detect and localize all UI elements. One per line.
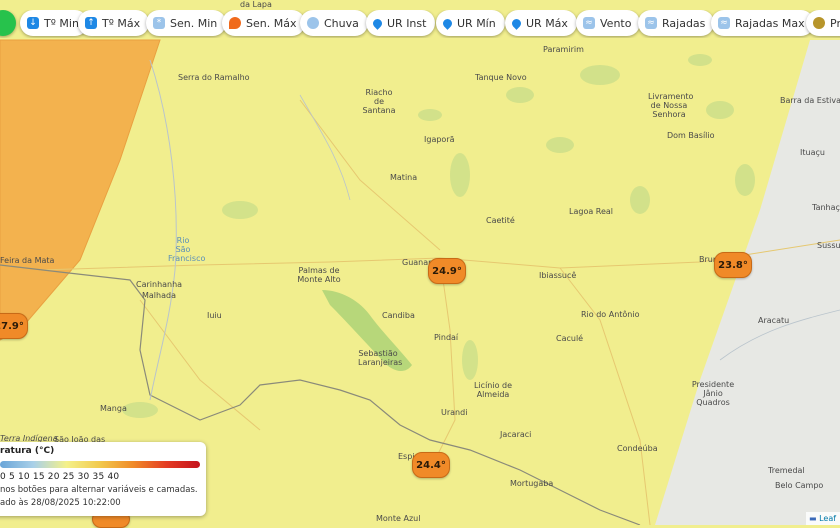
legend-title: ratura (°C) (0, 446, 55, 456)
fire-icon (229, 17, 241, 29)
place-label: Rio do Antônio (581, 310, 640, 319)
ur-min-button[interactable]: UR Mín (436, 10, 505, 36)
wind-icon: ≈ (718, 17, 730, 29)
wind-icon: ≈ (583, 17, 595, 29)
place-label: Condeúba (617, 444, 658, 453)
variable-toolbar: ↓ Tº Min ↑ Tº Máx * Sen. Min Sen. Máx Chuva… (0, 10, 840, 38)
flag-icon: ▬ (809, 514, 817, 523)
place-label: Jacaraci (500, 430, 532, 439)
place-label: Feira da Mata (0, 256, 55, 265)
place-label: Manga (100, 404, 127, 413)
place-label: Iuiu (207, 311, 222, 320)
legend-hint: nos botões para alternar variáveis e cam… (0, 485, 198, 495)
place-label: da Lapa (240, 0, 272, 9)
gusts-max-button[interactable]: ≈ Rajadas Max (711, 10, 814, 36)
droplet-icon (371, 16, 384, 30)
place-label: Monte Azul (376, 514, 421, 523)
pressure-button[interactable]: Pre (806, 10, 840, 36)
station-marker[interactable]: 27.9° (0, 313, 28, 339)
station-marker[interactable]: 24.9° (428, 258, 466, 284)
place-label: Palmas de Monte Alto (297, 266, 341, 284)
legend-ticks: 0 5 10 15 20 25 30 35 40 (0, 472, 120, 482)
place-label: Presidente Jânio Quadros (691, 380, 735, 407)
ur-max-button[interactable]: UR Máx (505, 10, 577, 36)
snowflake-icon: * (153, 17, 165, 29)
place-label: Sussuarana (817, 241, 840, 250)
river-label: Rio São Francisco (168, 236, 206, 263)
place-label: Barra da Estiva (780, 96, 840, 105)
place-label: Urandi (441, 408, 468, 417)
place-label: Riacho de Santana (362, 88, 396, 115)
wind-button[interactable]: ≈ Vento (576, 10, 641, 36)
arrow-down-icon: ↓ (27, 17, 39, 29)
place-label: Sebastião Laranjeiras (358, 349, 403, 367)
place-label: Caetité (486, 216, 515, 225)
place-label: Licínio de Almeida (473, 381, 513, 399)
droplet-icon (510, 16, 523, 30)
ur-inst-button[interactable]: UR Inst (366, 10, 436, 36)
place-label: Carinhanha (136, 280, 183, 289)
place-label: Tremedal (768, 466, 805, 475)
layer-toggle-button[interactable] (0, 10, 16, 36)
temperature-legend: ratura (°C) 0 5 10 15 20 25 30 35 40 nos… (0, 442, 206, 516)
legend-color-bar (0, 461, 200, 468)
place-label: Tanque Novo (475, 73, 527, 82)
place-label: Tanhaçu (812, 203, 840, 212)
place-label: Dom Basílio (667, 131, 715, 140)
station-marker[interactable]: 24.4° (412, 452, 450, 478)
sens-max-button[interactable]: Sen. Máx (222, 10, 306, 36)
place-label: Mortugaba (510, 479, 554, 488)
place-label: Caculé (556, 334, 584, 343)
place-label: Candiba (382, 311, 415, 320)
place-label: Malhada (142, 291, 176, 300)
place-label: Serra do Ramalho (178, 73, 250, 82)
place-label: Paramirim (543, 45, 584, 54)
rain-button[interactable]: Chuva (300, 10, 368, 36)
place-label: Ituaçu (800, 148, 825, 157)
place-label: Ibiassucê (539, 271, 577, 280)
place-label: Aracatu (758, 316, 790, 325)
place-label: Livramento de Nossa Senhora (648, 92, 694, 119)
wind-icon: ≈ (645, 17, 657, 29)
rain-cloud-icon (307, 17, 319, 29)
place-label: Igaporã (424, 135, 455, 144)
sens-min-button[interactable]: * Sen. Min (146, 10, 227, 36)
temp-max-button[interactable]: ↑ Tº Máx (78, 10, 150, 36)
legend-updated: ado às 28/08/2025 10:22:00 (0, 498, 121, 508)
place-label: Pindaí (434, 333, 459, 342)
gauge-icon (813, 17, 825, 29)
place-label: Lagoa Real (569, 207, 614, 216)
droplet-icon (441, 16, 454, 30)
leaflet-attribution[interactable]: ▬ Leaf (806, 512, 840, 525)
arrow-up-icon: ↑ (85, 17, 97, 29)
station-marker[interactable]: 23.8° (714, 252, 752, 278)
place-label: Matina (390, 173, 418, 182)
place-label: Belo Campo (775, 481, 824, 490)
gusts-button[interactable]: ≈ Rajadas (638, 10, 715, 36)
